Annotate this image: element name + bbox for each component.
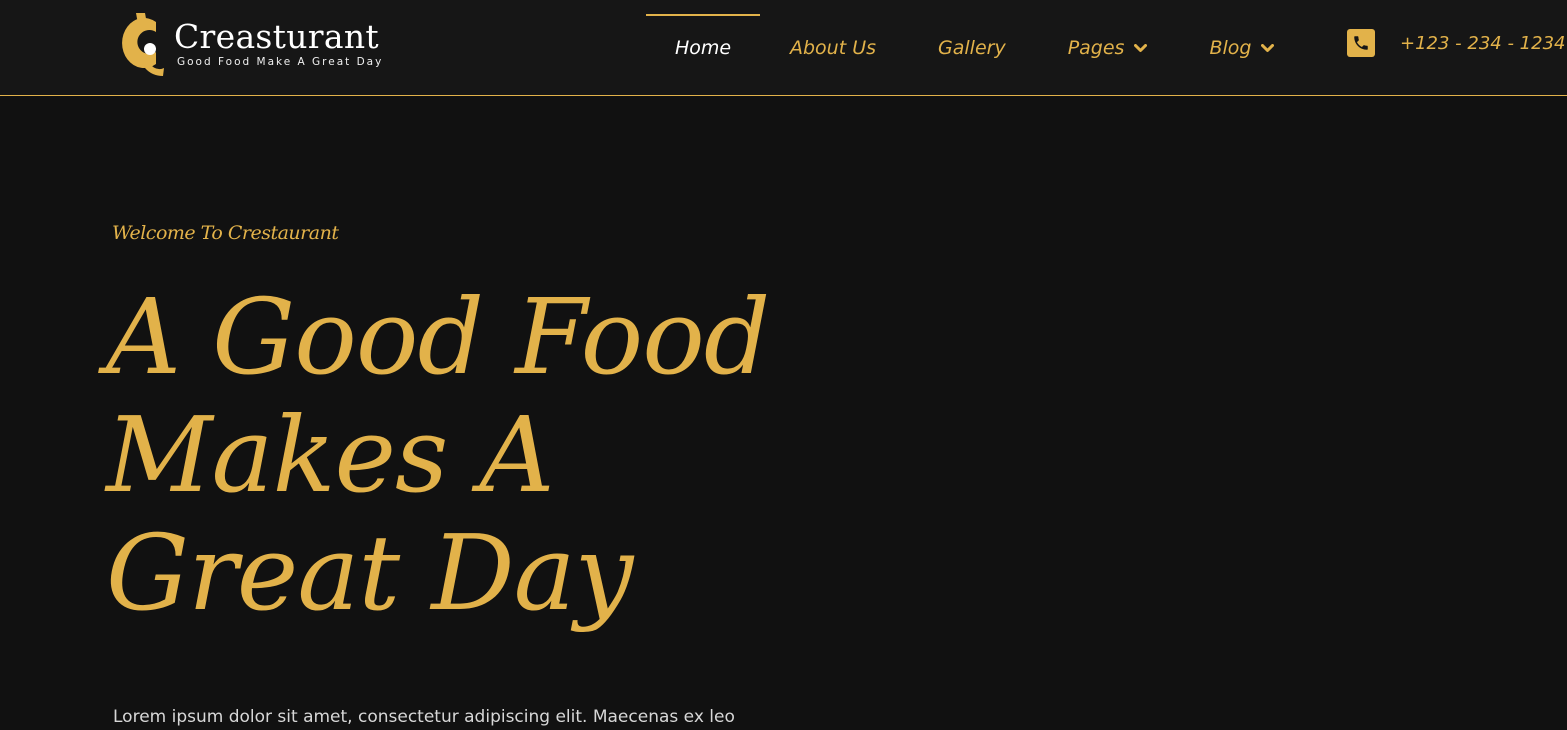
phone-icon — [1347, 29, 1375, 57]
brand-tagline: Good Food Make A Great Day — [177, 56, 384, 68]
hero-headline-line: Great Day — [106, 512, 633, 634]
brand-name: Creasturant — [174, 17, 379, 56]
nav-item-label: Pages — [1067, 36, 1125, 59]
chevron-down-icon — [1134, 43, 1148, 53]
c-logo-icon — [118, 9, 166, 77]
site-logo[interactable]: Creasturant Good Food Make A Great Day — [118, 8, 388, 78]
main-nav: Home About Us Gallery Pages Blog — [646, 0, 1275, 95]
hero-headline-line: A Good Food — [106, 276, 770, 398]
nav-item-home[interactable]: Home — [646, 0, 760, 95]
nav-item-pages[interactable]: Pages — [1068, 0, 1148, 95]
nav-item-label: About Us — [790, 36, 877, 59]
hero-eyebrow: Welcome To Crestaurant — [112, 222, 339, 244]
nav-item-blog[interactable]: Blog — [1209, 0, 1275, 95]
chevron-down-icon — [1261, 43, 1275, 53]
hero-body-text: Lorem ipsum dolor sit amet, consectetur … — [113, 707, 735, 727]
phone-link[interactable]: +123 - 234 - 1234 — [1347, 28, 1565, 58]
nav-item-label: Blog — [1209, 36, 1252, 59]
nav-item-gallery[interactable]: Gallery — [938, 0, 1006, 95]
nav-item-label: Home — [674, 36, 732, 59]
nav-item-about-us[interactable]: About Us — [790, 0, 876, 95]
nav-item-label: Gallery — [938, 36, 1006, 59]
phone-number: +123 - 234 - 1234 — [1400, 32, 1566, 54]
hero-headline: A Good Food Makes A Great Day — [106, 278, 866, 632]
site-header: Creasturant Good Food Make A Great Day H… — [0, 0, 1567, 96]
hero-headline-line: Makes A — [106, 394, 555, 516]
